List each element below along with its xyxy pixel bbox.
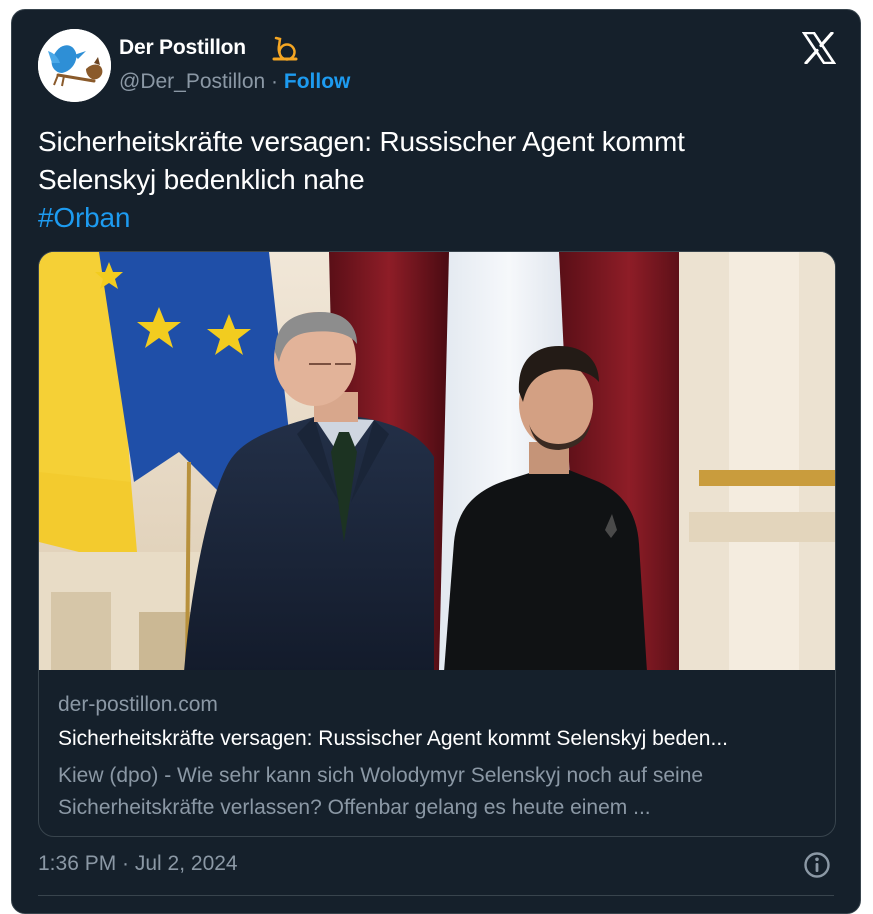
link-domain: der-postillon.com — [58, 693, 218, 716]
follow-button[interactable]: Follow — [284, 70, 351, 93]
link-preview-card[interactable]: der-postillon.com Sicherheitskräfte vers… — [38, 251, 836, 837]
post-horn-icon — [272, 36, 298, 61]
link-title: Sicherheitskräfte versagen: Russischer A… — [58, 727, 728, 750]
article-photo[interactable] — [39, 252, 836, 670]
info-icon[interactable] — [803, 851, 831, 879]
hashtag-link[interactable]: #Orban — [38, 199, 818, 237]
author-avatar[interactable] — [38, 29, 111, 102]
x-logo-icon[interactable] — [802, 32, 836, 64]
tweet-text-line-1: Sicherheitskräfte versagen: Russischer A… — [38, 126, 685, 157]
link-description: Kiew (dpo) - Wie sehr kann sich Wolodymy… — [58, 764, 704, 819]
post-timestamp[interactable]: 1:36 PM · Jul 2, 2024 — [38, 852, 238, 876]
divider — [38, 895, 834, 896]
handle-row: @Der_Postillon · Follow — [119, 70, 350, 94]
author-handle[interactable]: @Der_Postillon — [119, 70, 265, 93]
tweet-text: Sicherheitskräfte versagen: Russischer A… — [38, 123, 818, 237]
tweet-card: Der Postillon @Der_Postillon · Follow Si… — [11, 9, 861, 914]
bird-logo-icon — [38, 29, 111, 102]
author-name[interactable]: Der Postillon — [119, 36, 246, 60]
tweet-text-line-2: Selenskyj bedenklich nahe — [38, 164, 365, 195]
separator: · — [265, 70, 284, 93]
